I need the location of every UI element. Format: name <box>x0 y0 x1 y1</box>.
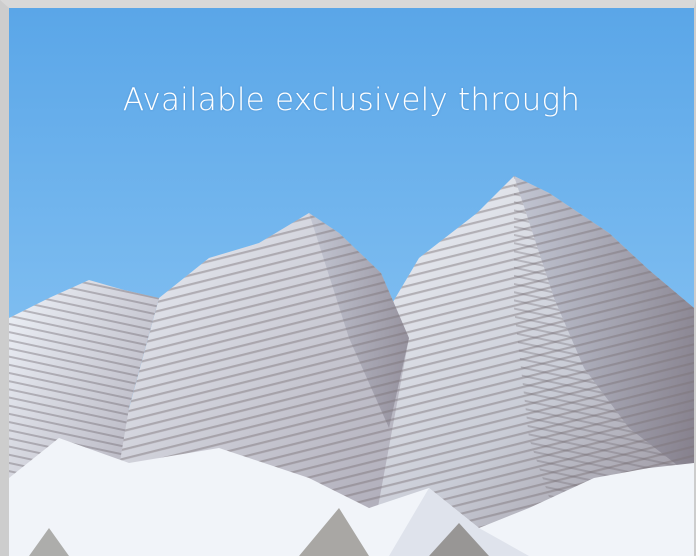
promo-banner: Available exclusively through <box>0 0 696 556</box>
promo-headline: Available exclusively through <box>122 82 581 118</box>
